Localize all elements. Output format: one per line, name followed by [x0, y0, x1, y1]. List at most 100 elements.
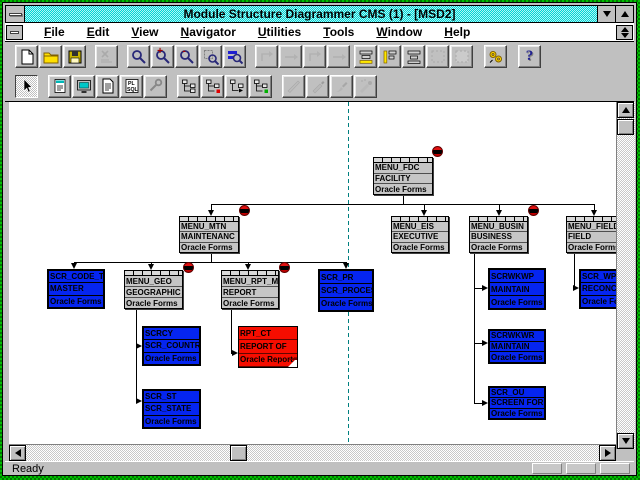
- minimize-button[interactable]: [597, 6, 615, 22]
- expand-marked-button[interactable]: [201, 75, 224, 98]
- menu-window[interactable]: Window: [365, 25, 433, 39]
- menu-tools[interactable]: Tools: [312, 25, 365, 39]
- module-language: Oracle Forms: [392, 243, 448, 252]
- arrange-button-2: [279, 45, 302, 68]
- module-box-MENU_MTN[interactable]: MENU_MTNMAINTENANCOracle Forms: [179, 216, 239, 253]
- menu-navigator[interactable]: Navigator: [170, 25, 247, 39]
- system-menu-button[interactable]: [6, 6, 25, 22]
- rulerv-icon: [382, 49, 398, 65]
- module-box-SCRCY[interactable]: SCRCYSCR_COUNTROracle Forms: [142, 326, 201, 366]
- elbow-icon: [307, 49, 323, 65]
- zoom-in-button[interactable]: +: [151, 45, 174, 68]
- new-diagram-button[interactable]: [15, 45, 38, 68]
- horizontal-scrollbar[interactable]: [9, 444, 616, 461]
- menu-file[interactable]: File: [33, 25, 76, 39]
- delete-button: [95, 45, 118, 68]
- module-box-SCRWKWP[interactable]: SCRWKWPMAINTAINOracle Forms: [488, 268, 546, 310]
- module-box-MENU_FIELD[interactable]: MENU_FIELDFIELDOracle Forms: [566, 216, 617, 253]
- module-box-SCR_ST[interactable]: SCR_STSCR_STATEOracle Forms: [142, 389, 201, 429]
- title-bar[interactable]: Module Structure Diagrammer CMS (1) - [M…: [5, 5, 634, 23]
- module-box-SCR_OU[interactable]: SCR_OUSCREEN FOROracle Forms: [488, 386, 546, 420]
- arrange-button-4: [327, 45, 350, 68]
- module-box-MENU_EIS[interactable]: MENU_EISEXECUTIVEOracle Forms: [391, 216, 449, 253]
- module-box-SCR_PR[interactable]: SCR_PRSCR_PROCESOracle Forms: [318, 269, 374, 312]
- expand-node-button[interactable]: [177, 75, 200, 98]
- zoom-selection-button[interactable]: [199, 45, 222, 68]
- scroll-down-button[interactable]: [617, 433, 634, 449]
- zoom-diagram-button[interactable]: [223, 45, 246, 68]
- zoom-normal-button[interactable]: [127, 45, 150, 68]
- module-language: Oracle Forms: [125, 298, 182, 308]
- paint4-icon: [358, 78, 374, 94]
- layout-horizontal-button[interactable]: [354, 45, 377, 68]
- vertical-scroll-thumb[interactable]: [617, 119, 634, 135]
- status-marker: [239, 205, 250, 216]
- module-name: SCRCY: [144, 328, 199, 340]
- module-language: Oracle Forms: [490, 409, 544, 418]
- gears-icon: [488, 49, 504, 65]
- module-language: Oracle Forms: [49, 296, 103, 307]
- module-name: MENU_FDC: [374, 163, 432, 174]
- module-box-MENU_FDC[interactable]: MENU_FDCFACILITYOracle Forms: [373, 157, 433, 195]
- open-diagram-button[interactable]: [39, 45, 62, 68]
- module-box-MENU_GEO[interactable]: MENU_GEOGEOGRAPHICOracle Forms: [124, 270, 183, 309]
- module-box-SCR_CODE_T[interactable]: SCR_CODE_TMASTEROracle Forms: [47, 269, 105, 309]
- help-button[interactable]: ?: [518, 45, 541, 68]
- document-control-menu-button[interactable]: [6, 25, 23, 40]
- arrange-button-3: [303, 45, 326, 68]
- module-language: Oracle Forms: [144, 416, 199, 427]
- menu-help[interactable]: Help: [433, 25, 481, 39]
- module-box-SCRWKWR[interactable]: SCRWKWRMAINTAINOracle Forms: [488, 329, 546, 364]
- module-purpose: MASTER: [49, 283, 103, 295]
- menu-items: FileEditViewNavigatorUtilitiesToolsWindo…: [33, 25, 481, 39]
- module-box-SCR_WP[interactable]: SCR_WPRECONCOracle Fo: [579, 269, 617, 309]
- report-module-button[interactable]: [96, 75, 119, 98]
- elbow-icon: [259, 49, 275, 65]
- scroll-left-button[interactable]: [9, 445, 26, 461]
- restore-document-button[interactable]: [616, 25, 633, 40]
- paint2-icon: [310, 78, 326, 94]
- status-marker: [528, 205, 539, 216]
- utility-module-button[interactable]: [144, 75, 167, 98]
- scroll-right-button[interactable]: [599, 445, 616, 461]
- zoom-out-button[interactable]: -: [175, 45, 198, 68]
- diagram-canvas[interactable]: MENU_FDCFACILITYOracle Forms MENU_MTNMAIN…: [9, 102, 617, 444]
- pagetext-icon: [100, 78, 116, 94]
- draw-tool-button-1: [282, 75, 305, 98]
- status-marker: [183, 262, 194, 273]
- module-box-MENU_BUSIN[interactable]: MENU_BUSINBUSINESSOracle Forms: [469, 216, 528, 253]
- module-language: Oracle Forms: [222, 298, 278, 308]
- elbow2-icon: [331, 49, 347, 65]
- restore-up-icon: [621, 27, 629, 32]
- maximize-button[interactable]: [615, 6, 633, 22]
- collapse-marked-button[interactable]: [249, 75, 272, 98]
- desktop: { "window": { "title": "Module Structure…: [0, 0, 640, 480]
- module-name: SCRWKWP: [490, 270, 544, 283]
- connector-segment: [231, 309, 232, 354]
- module-purpose: SCR_PROCES: [320, 284, 372, 297]
- menu-edit[interactable]: Edit: [76, 25, 121, 39]
- module-box-RPT_CT[interactable]: RPT_CTREPORT OFOracle Reports: [238, 326, 298, 368]
- collapse-node-button[interactable]: [225, 75, 248, 98]
- save-diagram-button[interactable]: [63, 45, 86, 68]
- menu-bar: FileEditViewNavigatorUtilitiesToolsWindo…: [5, 23, 634, 42]
- vertical-scrollbar[interactable]: [616, 102, 635, 449]
- plsql-module-button[interactable]: [120, 75, 143, 98]
- module-box-MENU_RPT_M[interactable]: MENU_RPT_MREPORTOracle Forms: [221, 270, 279, 309]
- horizontal-scroll-thumb[interactable]: [230, 445, 247, 461]
- screen-module-button[interactable]: [72, 75, 95, 98]
- select-pointer-button[interactable]: [15, 75, 38, 98]
- module-document-button[interactable]: [48, 75, 71, 98]
- requery-button[interactable]: [484, 45, 507, 68]
- menu-view[interactable]: View: [120, 25, 169, 39]
- module-language: Oracle Forms: [374, 184, 432, 194]
- module-language: Oracle Fo: [581, 296, 617, 307]
- scroll-up-button[interactable]: [617, 102, 634, 118]
- menu-utilities[interactable]: Utilities: [247, 25, 312, 39]
- module-purpose: SCR_STATE: [144, 403, 199, 415]
- layout-vertical-button[interactable]: [378, 45, 401, 68]
- status-cell-3: [600, 463, 630, 474]
- layout-compact-button[interactable]: [402, 45, 425, 68]
- module-name: MENU_FIELD: [567, 222, 617, 232]
- module-name: SCR_ST: [144, 391, 199, 403]
